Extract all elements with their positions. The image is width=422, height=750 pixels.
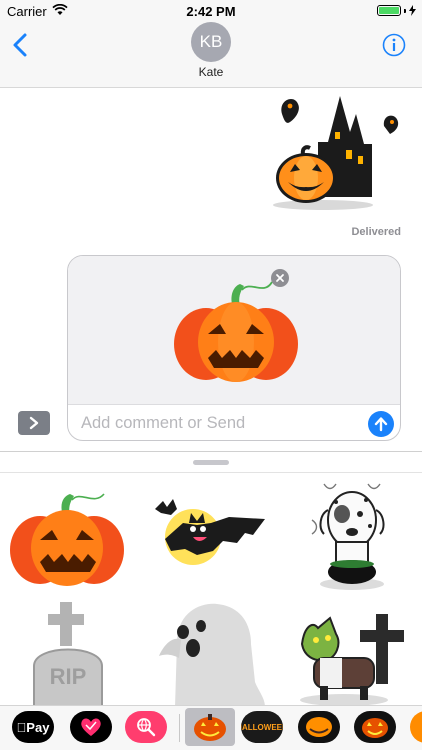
svg-text:RIP: RIP [50,664,87,689]
halloween-sticker-app-4[interactable] [410,711,422,743]
send-button[interactable] [368,411,394,437]
heart-icon [81,718,101,736]
expand-button[interactable] [18,411,50,435]
remove-sticker-button[interactable] [271,269,289,287]
message-composer: Add comment or Send [67,255,401,441]
image-search-app[interactable] [125,711,167,743]
halloween-label: HALLOWEEN [241,722,283,732]
apple-pay-label: Pay [17,719,50,735]
staged-sticker-area [68,256,400,404]
halloween-pumpkin-app-selected[interactable] [185,708,235,746]
zombie-dog-cross-sticker[interactable] [296,614,412,707]
delivered-status: Delivered [351,226,401,238]
imessage-screen: KB Kate Carrier 2:42 PM Delivered Add co… [0,0,422,750]
comment-input[interactable]: Add comment or Send [81,414,245,433]
dalmatian-cauldron-sticker[interactable] [306,480,398,592]
sent-haunted-house-sticker[interactable] [268,92,408,212]
sticker-drawer: RIP [0,451,422,707]
rip-tombstone-sticker[interactable]: RIP [30,602,106,707]
strip-divider [179,714,180,742]
comment-row: Add comment or Send [68,404,400,440]
expand-icon [29,416,39,430]
back-chevron-icon[interactable] [8,30,34,60]
digital-touch-app[interactable] [70,711,112,743]
pumpkin-sticker[interactable] [8,490,126,588]
battery-icon [377,5,416,16]
drawer-grabber[interactable] [193,460,229,465]
imessage-app-strip: Pay HALLOWEEN [0,705,422,750]
close-icon [276,274,284,282]
search-globe-icon [137,718,156,737]
halloween-sticker-app-1[interactable]: HALLOWEEN [241,711,283,743]
status-bar: Carrier 2:42 PM [0,0,422,22]
halloween-sticker-app-2[interactable] [298,711,340,743]
avatar[interactable]: KB [191,22,231,62]
staged-pumpkin-sticker[interactable] [168,276,303,386]
send-arrow-icon [374,417,388,432]
bat-moon-sticker[interactable] [153,495,268,573]
apple-pay-app[interactable]: Pay [12,711,54,743]
ghost-sticker[interactable] [155,602,267,707]
halloween-sticker-app-3[interactable] [354,711,396,743]
contact-name[interactable]: Kate [0,65,422,79]
drawer-divider [0,472,422,473]
pumpkin-icon [194,714,226,741]
clock: 2:42 PM [186,4,236,19]
pumpkin-icon [306,717,332,737]
jack-o-lantern-icon [362,718,388,738]
info-icon[interactable] [382,33,406,57]
